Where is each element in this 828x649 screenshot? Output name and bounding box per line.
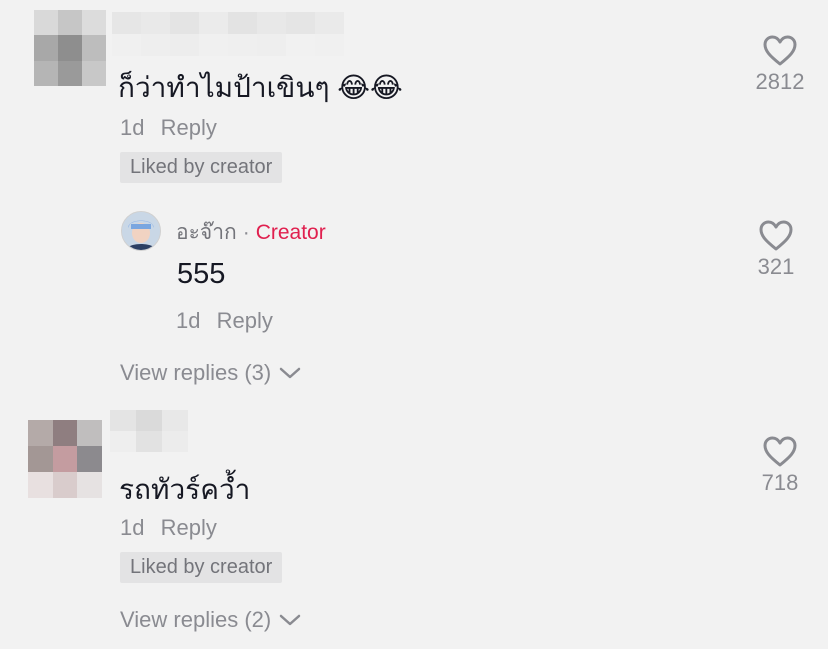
view-replies-label: View replies (2) <box>120 607 272 632</box>
comment-text: รถทัวร์คว้ำ <box>119 474 251 505</box>
separator-dot: · <box>242 221 250 244</box>
chevron-down-icon <box>279 614 301 626</box>
like-control[interactable]: 321 <box>746 219 806 280</box>
reply-time: 1d <box>176 308 201 333</box>
commenter-avatar-blurred[interactable] <box>28 420 102 498</box>
comment-time: 1d <box>120 515 145 540</box>
commenter-avatar-blurred[interactable] <box>34 10 106 86</box>
reply-button[interactable]: Reply <box>217 308 273 333</box>
commenter-name-blurred[interactable] <box>110 410 188 452</box>
like-count: 321 <box>757 254 795 279</box>
like-count: 2812 <box>755 69 805 94</box>
heart-outline-icon[interactable] <box>762 435 798 468</box>
chevron-down-icon <box>279 367 301 379</box>
liked-by-creator-badge: Liked by creator <box>120 552 283 583</box>
creator-tag: Creator <box>255 221 326 244</box>
reply-button[interactable]: Reply <box>161 515 217 540</box>
like-control[interactable]: 718 <box>750 435 810 496</box>
like-control[interactable]: 2812 <box>750 34 810 95</box>
view-replies-button[interactable]: View replies (3) <box>120 360 301 386</box>
view-replies-label: View replies (3) <box>120 360 272 385</box>
creator-avatar-image <box>122 212 160 250</box>
comment-text: ก็ว่าทำไมป้าเขินๆ 😂😂 <box>118 72 403 103</box>
view-replies-button[interactable]: View replies (2) <box>120 607 301 633</box>
reply-text: 555 <box>177 258 226 290</box>
creator-avatar[interactable] <box>121 211 161 251</box>
creator-name[interactable]: อะจ๊าก <box>176 221 237 244</box>
heart-outline-icon[interactable] <box>762 34 798 67</box>
reply-button[interactable]: Reply <box>161 115 217 140</box>
heart-outline-icon[interactable] <box>758 219 794 252</box>
comment-meta: 1d Reply <box>120 115 217 141</box>
creator-name-line: อะจ๊าก · Creator <box>176 216 326 249</box>
comment-time: 1d <box>120 115 145 140</box>
like-count: 718 <box>761 470 799 495</box>
liked-by-creator-badge: Liked by creator <box>120 152 283 183</box>
commenter-name-blurred[interactable] <box>112 12 344 56</box>
comment-meta: 1d Reply <box>120 515 217 541</box>
reply-meta: 1d Reply <box>176 308 273 334</box>
